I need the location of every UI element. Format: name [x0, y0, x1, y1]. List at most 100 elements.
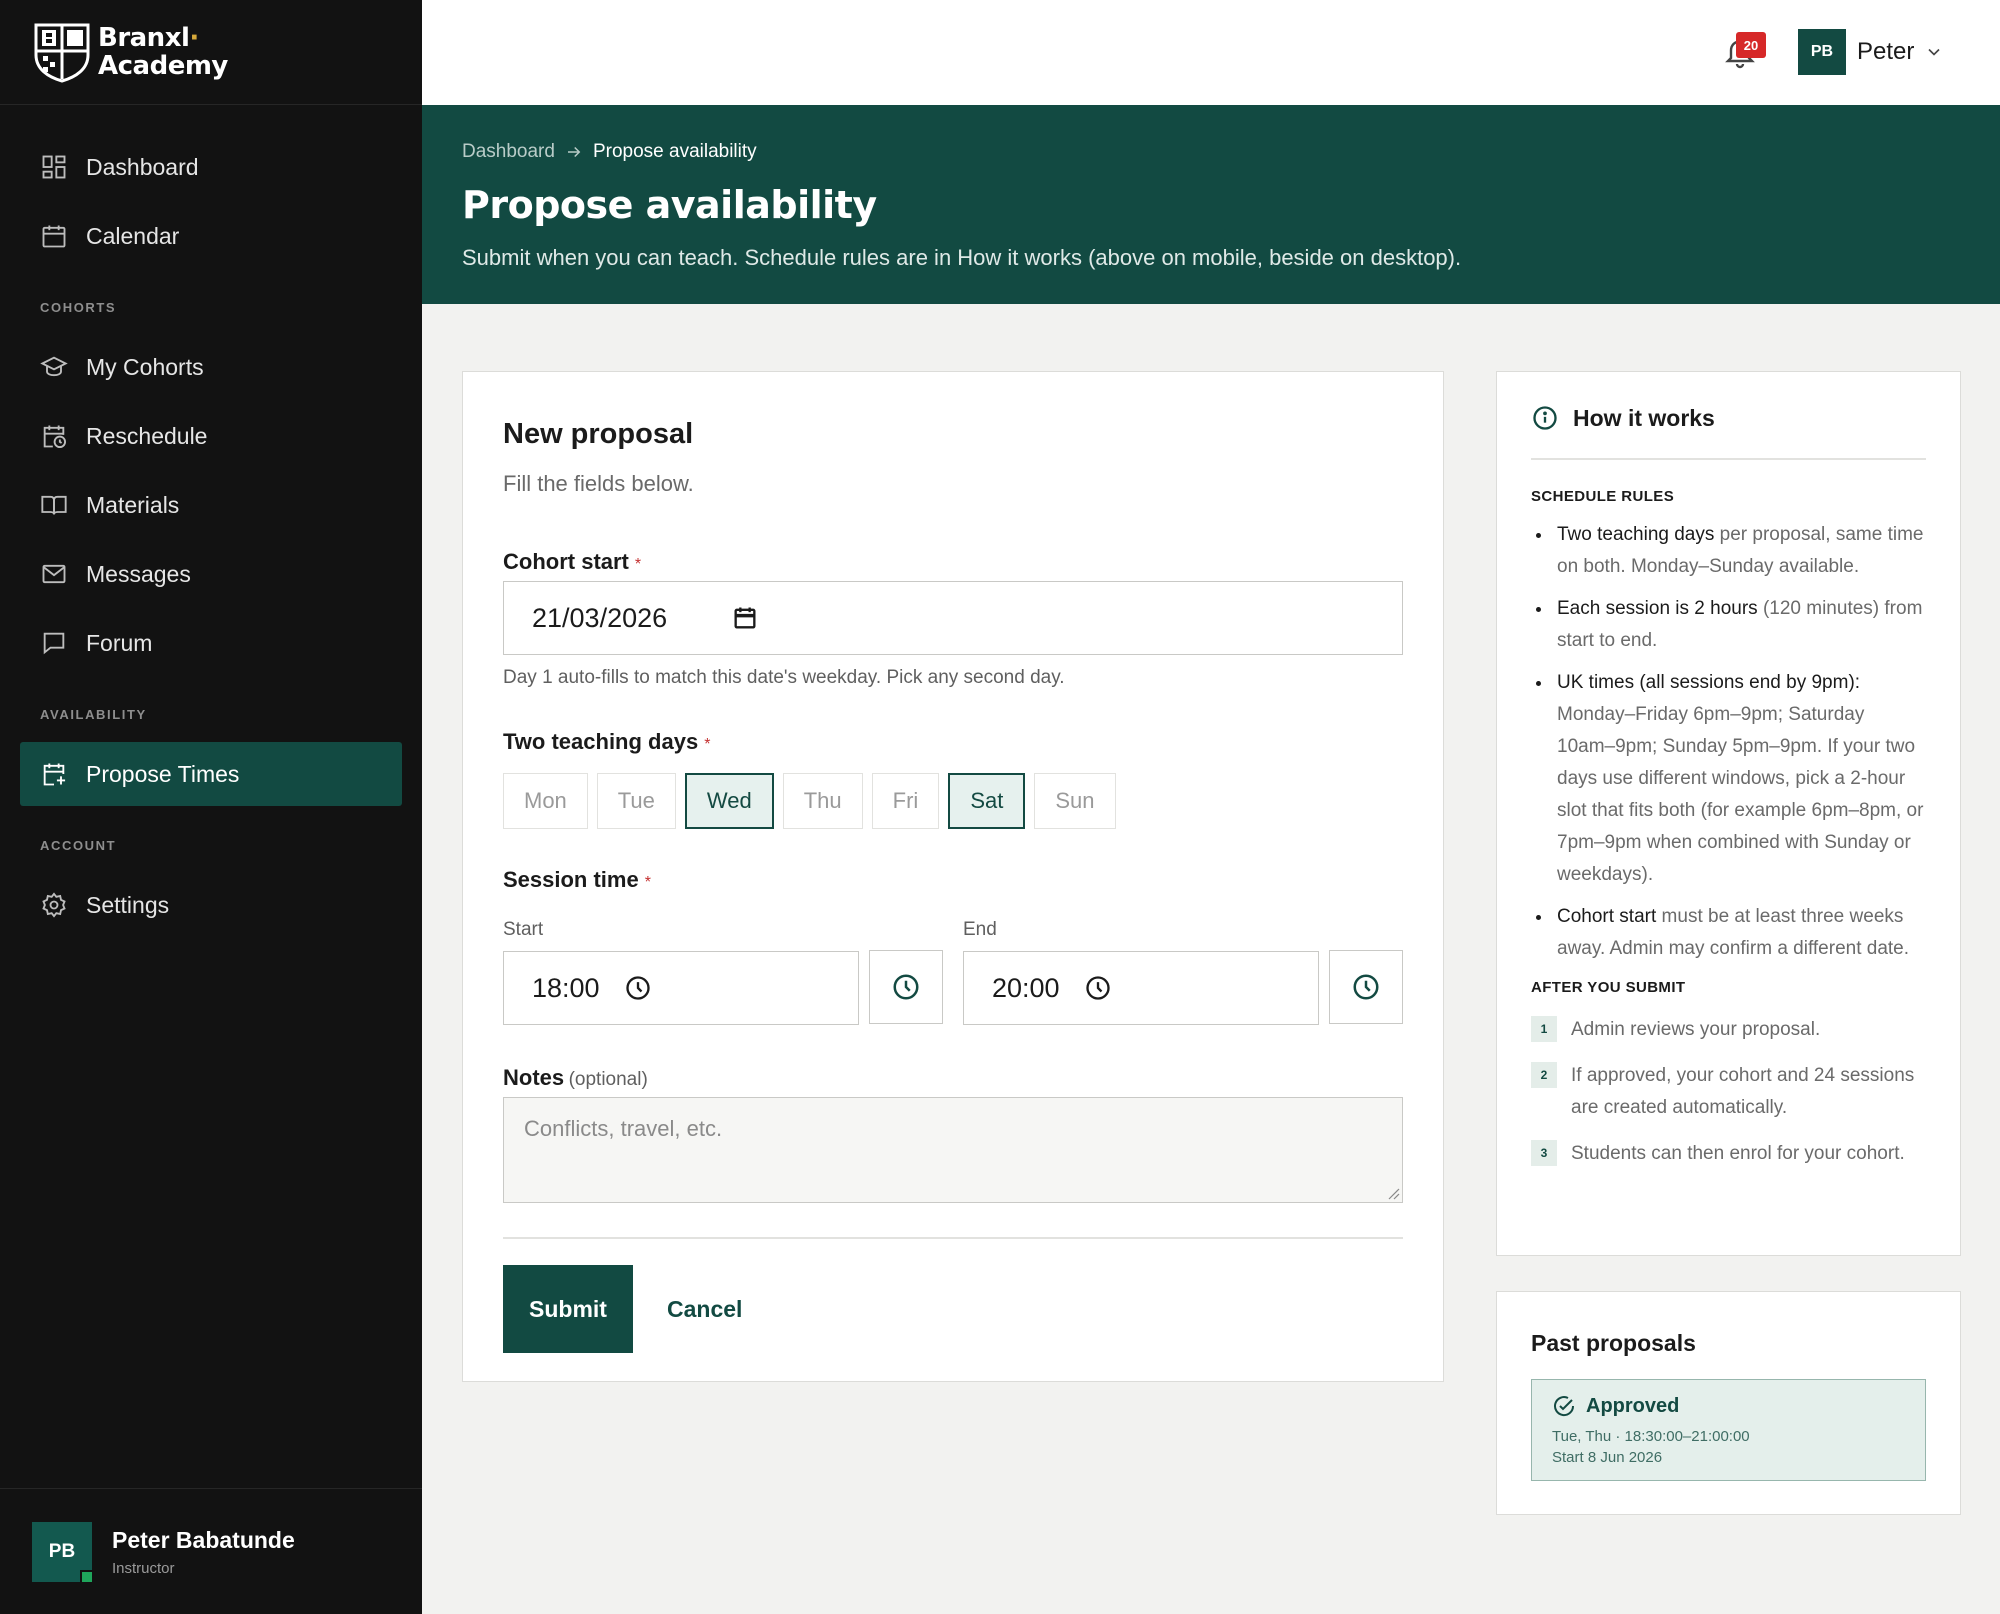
how-it-works-header: How it works	[1531, 372, 1926, 460]
session-time-label: Session time	[503, 867, 639, 892]
top-header: 20 PB Peter	[422, 0, 2000, 105]
new-proposal-card: New proposal Fill the fields below. Coho…	[462, 371, 1444, 1382]
clock-icon	[1353, 974, 1379, 1000]
user-menu-name[interactable]: Peter	[1857, 38, 1914, 66]
notes-optional-label: (optional)	[568, 1069, 648, 1090]
start-time-label: Start	[503, 919, 544, 940]
notes-textarea[interactable]: Conflicts, travel, etc.	[503, 1097, 1403, 1203]
after-submit-steps: 1 Admin reviews your proposal. 2 If appr…	[1531, 1014, 1926, 1170]
brand-logo[interactable]: Branxl· Academy	[0, 0, 422, 105]
step-number: 3	[1531, 1140, 1557, 1166]
proposal-details: Tue, Thu · 18:30:00–21:00:00 Start 8 Jun…	[1552, 1428, 1750, 1466]
end-time-input[interactable]: 20:00	[963, 951, 1319, 1025]
end-time-value: 20:00	[992, 972, 1060, 1003]
day-toggle-sun[interactable]: Sun	[1034, 773, 1116, 829]
sidebar: Branxl· Academy Dashboard Calendar COHOR…	[0, 0, 422, 1614]
clock-icon	[1085, 976, 1110, 1000]
clock-icon	[625, 976, 650, 1000]
nav-section-account: ACCOUNT	[40, 838, 117, 853]
mail-icon	[42, 564, 66, 584]
check-circle-icon	[1554, 1396, 1575, 1417]
notes-label: Notes	[503, 1065, 565, 1090]
cancel-button[interactable]: Cancel	[667, 1296, 742, 1323]
day-toggle-thu[interactable]: Thu	[782, 773, 863, 829]
sidebar-item-messages[interactable]: Messages	[20, 542, 402, 606]
day-toggle-tue[interactable]: Tue	[596, 773, 676, 829]
list-item: UK times (all sessions end by 9pm): Mond…	[1531, 667, 1926, 891]
sidebar-item-dashboard[interactable]: Dashboard	[20, 135, 402, 199]
how-it-works-card: How it works SCHEDULE RULES Two teaching…	[1496, 371, 1961, 1256]
list-item: Cohort start must be at least three week…	[1531, 901, 1926, 965]
end-time-label: End	[963, 919, 997, 940]
sidebar-item-label: Materials	[86, 491, 180, 518]
info-icon	[1533, 406, 1557, 430]
avatar: PB	[32, 1521, 94, 1584]
sidebar-item-materials[interactable]: Materials	[20, 473, 402, 537]
step-number: 2	[1531, 1062, 1557, 1088]
sidebar-item-settings[interactable]: Settings	[20, 873, 402, 937]
brand-name: Branxl· Academy	[98, 23, 228, 81]
sidebar-profile[interactable]: PB Peter Babatunde Instructor	[0, 1488, 422, 1614]
day-toggle-fri[interactable]: Fri	[871, 773, 940, 829]
sidebar-item-my-cohorts[interactable]: My Cohorts	[20, 335, 402, 399]
submit-button[interactable]: Submit	[503, 1265, 633, 1353]
list-item: 3 Students can then enrol for your cohor…	[1531, 1138, 1926, 1170]
calendar-clock-icon	[43, 425, 67, 449]
page-title: Propose availability	[462, 183, 877, 227]
proposal-item[interactable]: Approved Tue, Thu · 18:30:00–21:00:00 St…	[1531, 1379, 1926, 1481]
sidebar-item-reschedule[interactable]: Reschedule	[20, 404, 402, 468]
step-text: Students can then enrol for your cohort.	[1571, 1143, 1905, 1164]
form-title: New proposal	[503, 418, 694, 450]
day-toggle-wed[interactable]: Wed	[684, 773, 774, 829]
step-number: 1	[1531, 1016, 1557, 1042]
profile-name: Peter Babatunde	[112, 1526, 295, 1553]
required-asterisk: *	[634, 556, 642, 573]
notification-count-badge: 20	[1736, 32, 1766, 58]
list-item: 2 If approved, your cohort and 24 sessio…	[1531, 1060, 1926, 1124]
past-proposals-title: Past proposals	[1531, 1330, 1696, 1356]
sidebar-item-label: My Cohorts	[86, 353, 204, 380]
schedule-rules-heading: SCHEDULE RULES	[1531, 488, 1675, 505]
cohort-start-value: 21/03/2026	[532, 602, 668, 633]
schedule-rules-list: Two teaching days per proposal, same tim…	[1531, 519, 1926, 965]
start-time-input[interactable]: 18:00	[503, 951, 859, 1025]
required-asterisk: *	[644, 874, 651, 891]
day-toggle-mon[interactable]: Mon	[503, 773, 588, 829]
after-submit-heading: AFTER YOU SUBMIT	[1531, 979, 1686, 996]
sidebar-item-label: Dashboard	[86, 153, 199, 180]
list-item: Two teaching days per proposal, same tim…	[1531, 519, 1926, 583]
nav-section-cohorts: COHORTS	[40, 300, 117, 315]
arrow-right-icon	[567, 146, 581, 158]
breadcrumb-current: Propose availability	[592, 141, 757, 162]
sidebar-item-forum[interactable]: Forum	[20, 611, 402, 675]
notes-placeholder: Conflicts, travel, etc.	[524, 1116, 723, 1141]
breadcrumb-dashboard-link[interactable]: Dashboard	[462, 141, 555, 163]
start-time-picker-button[interactable]	[869, 950, 943, 1024]
book-icon	[41, 495, 67, 515]
sidebar-item-label: Messages	[86, 560, 191, 587]
sidebar-item-label: Calendar	[86, 222, 180, 249]
past-proposals-card: Past proposals Approved Tue, Thu · 18:30…	[1496, 1291, 1961, 1515]
graduation-cap-icon	[40, 356, 68, 377]
step-text: If approved, your cohort and 24 sessions…	[1571, 1065, 1915, 1118]
required-asterisk: *	[704, 736, 711, 753]
calendar-plus-icon	[43, 763, 66, 786]
cohort-start-date-input[interactable]: 21/03/2026	[503, 581, 1403, 655]
calendar-icon[interactable]	[731, 604, 759, 632]
end-time-picker-button[interactable]	[1329, 950, 1403, 1024]
sidebar-item-propose-times[interactable]: Propose Times	[20, 742, 402, 806]
step-text: Admin reviews your proposal.	[1571, 1019, 1821, 1040]
sidebar-item-label: Settings	[86, 891, 170, 918]
cohort-start-label: Cohort start	[503, 549, 629, 574]
cohort-start-help: Day 1 auto-fills to match this date's we…	[503, 667, 1065, 688]
resize-handle-icon[interactable]	[1386, 1186, 1400, 1200]
chevron-down-icon[interactable]	[1924, 42, 1944, 62]
day-toggle-sat[interactable]: Sat	[948, 773, 1026, 829]
form-divider	[503, 1237, 1403, 1239]
clock-icon	[893, 974, 919, 1000]
teaching-days-label: Two teaching days	[503, 729, 699, 754]
user-avatar[interactable]: PB	[1798, 29, 1846, 75]
sidebar-item-label: Forum	[86, 629, 153, 656]
start-time-value: 18:00	[532, 972, 600, 1003]
sidebar-item-calendar[interactable]: Calendar	[20, 204, 402, 268]
